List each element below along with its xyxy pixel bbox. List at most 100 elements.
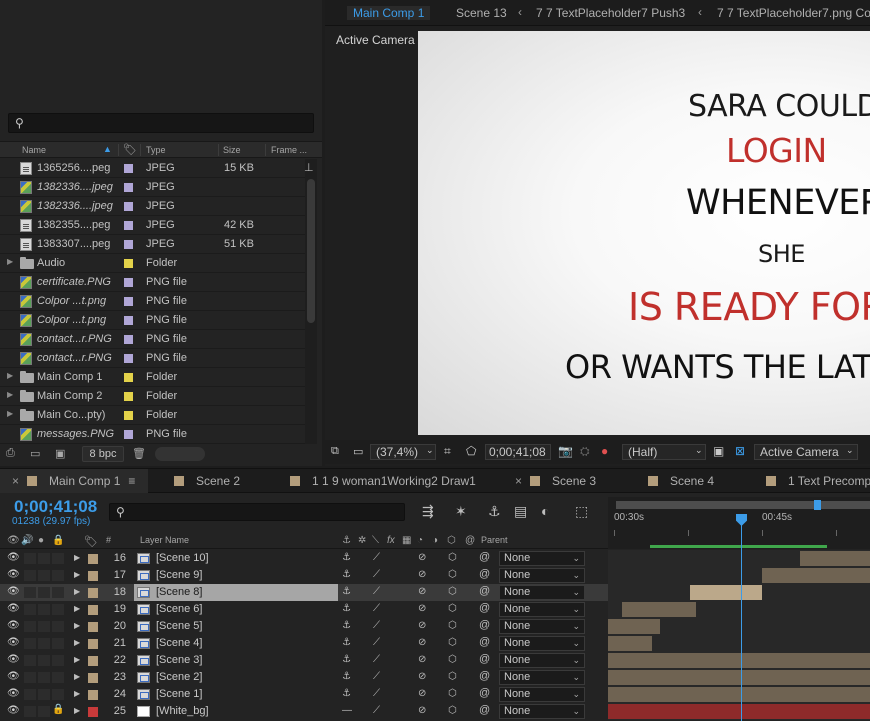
pick-whip-icon[interactable]: @	[479, 653, 490, 665]
label-swatch[interactable]	[124, 183, 133, 192]
label-swatch[interactable]	[124, 411, 133, 420]
parent-select[interactable]: None ⌄	[499, 602, 585, 617]
expand-triangle-icon[interactable]: ▶	[74, 672, 80, 681]
pick-whip-icon[interactable]: @	[479, 636, 490, 648]
layer-switch-icon[interactable]: ⚓	[342, 569, 351, 580]
parent-select[interactable]: None ⌄	[499, 687, 585, 702]
layer-switch-icon[interactable]: ⟋	[373, 586, 380, 597]
solo-icon[interactable]: ●	[38, 535, 44, 546]
column-parent[interactable]: Parent	[481, 535, 508, 545]
expand-triangle-icon[interactable]: ▶	[74, 655, 80, 664]
layer-switch-icon[interactable]: ⊘	[418, 637, 426, 648]
audio-toggle[interactable]	[24, 553, 36, 564]
layer-track[interactable]	[608, 686, 870, 703]
layer-switch-icon[interactable]: ⚓	[342, 688, 351, 699]
layer-switch-icon[interactable]: ⊘	[418, 569, 426, 580]
interpret-footage-icon[interactable]: ⎙	[6, 447, 15, 460]
label-swatch[interactable]	[124, 297, 133, 306]
project-item[interactable]: contact...r.PNG PNG file	[0, 349, 305, 368]
transparency-grid-icon[interactable]: ⊠	[735, 444, 745, 458]
close-icon[interactable]: ×	[515, 474, 522, 488]
layer-switch-icon[interactable]: ⚓	[342, 671, 351, 682]
label-swatch[interactable]	[124, 373, 133, 382]
parent-select[interactable]: None ⌄	[499, 585, 585, 600]
timeline-tab-main-comp-1[interactable]: × Main Comp 1 ≡	[12, 474, 135, 488]
mask-visibility-icon[interactable]: ⬠	[466, 444, 476, 458]
layer-switch-icon[interactable]: ⚓	[342, 552, 351, 563]
visibility-eye-icon[interactable]: 👁	[7, 569, 20, 581]
audio-toggle[interactable]	[24, 587, 36, 598]
label-swatch[interactable]	[124, 335, 133, 344]
shy-layers-icon[interactable]: ⚓	[488, 503, 501, 520]
visibility-eye-icon[interactable]: 👁	[7, 654, 20, 666]
visibility-eye-icon[interactable]: 👁	[7, 637, 20, 649]
viewer-tab-scene-13[interactable]: Scene 13	[456, 6, 507, 20]
layer-switch-icon[interactable]: ⚓	[342, 637, 351, 648]
video-eye-icon[interactable]: 👁	[7, 535, 20, 546]
layer-switch-icon[interactable]: ⟋	[373, 705, 380, 716]
layer-switch-icon[interactable]: ⬡	[448, 637, 457, 648]
project-item[interactable]: ▶ Main Comp 2 Folder	[0, 387, 305, 406]
layer-name[interactable]: [Scene 9]	[156, 569, 202, 581]
column-frame[interactable]: Frame ...	[271, 145, 307, 155]
layer-name[interactable]: [White_bg]	[156, 705, 209, 717]
new-composition-icon[interactable]: ▣	[55, 447, 65, 460]
project-item[interactable]: 1383307....peg JPEG 51 KB	[0, 235, 305, 254]
expand-triangle-icon[interactable]: ▶	[74, 706, 80, 715]
layer-switch-icon[interactable]: ⊘	[418, 603, 426, 614]
timeline-search-input[interactable]: ⚲	[109, 503, 405, 521]
label-swatch[interactable]	[124, 316, 133, 325]
project-item[interactable]: Colpor ...t.png PNG file	[0, 311, 305, 330]
layer-switch-icon[interactable]: ⬡	[448, 552, 457, 563]
column-type[interactable]: Type	[146, 145, 166, 155]
bit-depth-button[interactable]: 8 bpc	[82, 446, 124, 462]
layer-switch-icon[interactable]: ⟋	[373, 552, 380, 563]
solo-toggle[interactable]	[38, 672, 50, 683]
label-swatch[interactable]	[124, 221, 133, 230]
close-icon[interactable]: ×	[12, 474, 19, 488]
parent-spiral-icon[interactable]: @	[465, 535, 475, 546]
label-swatch[interactable]	[124, 202, 133, 211]
layer-switch-icon[interactable]: ⬡	[448, 603, 457, 614]
audio-toggle[interactable]	[24, 638, 36, 649]
layer-duration-bar[interactable]	[608, 636, 652, 651]
expand-triangle-icon[interactable]: ▶	[74, 621, 80, 630]
label-swatch[interactable]	[124, 259, 133, 268]
layer-switch-icon[interactable]: ⚓	[342, 603, 351, 614]
expand-triangle-icon[interactable]: ▶	[74, 638, 80, 647]
parent-select[interactable]: None ⌄	[499, 551, 585, 566]
layer-switch-icon[interactable]: ⟋	[373, 620, 380, 631]
composition-canvas[interactable]: SARA COULD LOGIN WHENEVER SHE IS READY F…	[418, 31, 870, 435]
layer-label-swatch[interactable]	[88, 690, 98, 700]
parent-select[interactable]: None ⌄	[499, 619, 585, 634]
layer-switch-icon[interactable]: ⟋	[373, 603, 380, 614]
lock-toggle[interactable]	[52, 638, 64, 649]
project-item[interactable]: 1365256....peg JPEG 15 KB	[0, 159, 305, 178]
project-item[interactable]: 1382355....peg JPEG 42 KB	[0, 216, 305, 235]
pick-whip-icon[interactable]: @	[479, 585, 490, 597]
solo-toggle[interactable]	[38, 553, 50, 564]
solo-toggle[interactable]	[38, 689, 50, 700]
effects-icon[interactable]: fx	[387, 535, 395, 546]
3d-layer-icon[interactable]: ⬡	[447, 535, 456, 546]
layer-row[interactable]: 👁 ▶ 17 [Scene 9] ⚓ ⟋ ⊘ ⬡ @ None ⌄	[0, 567, 870, 584]
label-swatch[interactable]	[124, 164, 133, 173]
parent-select[interactable]: None ⌄	[499, 568, 585, 583]
expand-triangle-icon[interactable]: ▶	[7, 371, 13, 380]
solo-toggle[interactable]	[38, 621, 50, 632]
always-preview-icon[interactable]: ⧉	[331, 445, 339, 458]
pick-whip-icon[interactable]: @	[479, 551, 490, 563]
solo-toggle[interactable]	[38, 587, 50, 598]
project-item[interactable]: contact...r.PNG PNG file	[0, 330, 305, 349]
layer-label-swatch[interactable]	[88, 707, 98, 717]
layer-name[interactable]: [Scene 1]	[156, 688, 202, 700]
solo-toggle[interactable]	[38, 638, 50, 649]
layer-label-swatch[interactable]	[88, 639, 98, 649]
column-number[interactable]: #	[106, 535, 111, 545]
solo-toggle[interactable]	[38, 706, 50, 717]
layer-track[interactable]	[608, 703, 870, 720]
layer-track[interactable]	[608, 618, 870, 635]
visibility-eye-icon[interactable]: 👁	[7, 620, 20, 632]
layer-switch-icon[interactable]: —	[342, 705, 352, 716]
project-item[interactable]: ▶ Main Co...pty) Folder	[0, 406, 305, 425]
